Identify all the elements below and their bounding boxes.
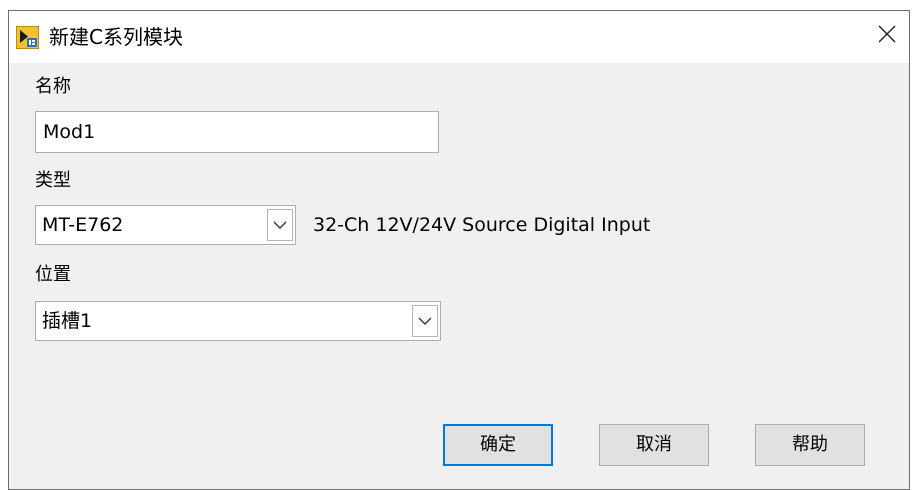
chevron-down-icon <box>273 221 287 229</box>
location-label: 位置 <box>35 264 71 285</box>
location-dropdown[interactable]: 插槽1 <box>35 301 441 341</box>
window-title: 新建C系列模块 <box>49 25 183 49</box>
labview-app-icon <box>15 25 40 50</box>
type-dropdown[interactable]: MT-E762 <box>35 205 296 245</box>
title-bar: 新建C系列模块 <box>9 11 909 63</box>
type-description: 32-Ch 12V/24V Source Digital Input <box>313 214 651 236</box>
location-dropdown-button[interactable] <box>412 305 438 337</box>
location-selected-value: 插槽1 <box>42 310 93 332</box>
dialog-window: 新建C系列模块 名称 类型 MT-E762 32-Ch 12V/24V Sour… <box>8 10 910 490</box>
type-selected-value: MT-E762 <box>42 214 124 236</box>
chevron-down-icon <box>418 317 432 325</box>
close-button[interactable] <box>865 11 909 61</box>
close-icon <box>877 24 897 48</box>
name-label: 名称 <box>35 76 71 97</box>
type-label: 类型 <box>35 170 71 191</box>
type-dropdown-button[interactable] <box>267 209 293 241</box>
ok-button[interactable]: 确定 <box>443 424 553 466</box>
help-button[interactable]: 帮助 <box>755 424 865 466</box>
cancel-button[interactable]: 取消 <box>599 424 709 466</box>
name-input[interactable] <box>35 111 439 153</box>
